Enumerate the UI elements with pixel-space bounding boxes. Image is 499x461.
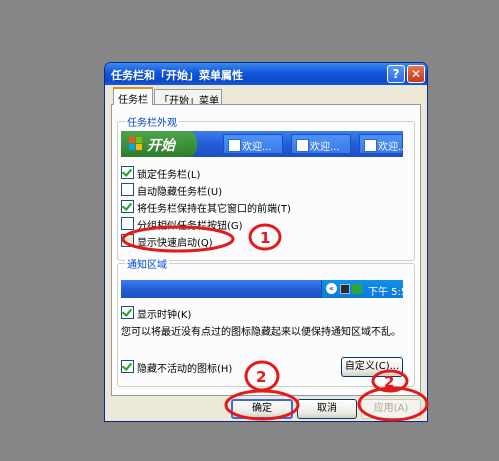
taskbar-button-preview: 欢迎... bbox=[359, 134, 408, 154]
network-icon bbox=[340, 284, 350, 294]
start-label: 开始 bbox=[147, 138, 175, 154]
window-icon bbox=[228, 139, 241, 152]
cancel-button[interactable]: 取消 bbox=[297, 399, 357, 419]
close-button[interactable]: ✕ bbox=[407, 65, 425, 83]
taskbar-button-preview: 欢迎... bbox=[291, 134, 351, 154]
checkbox[interactable] bbox=[121, 217, 134, 230]
chevron-left-icon: « bbox=[326, 283, 337, 294]
ok-button[interactable]: 确定 bbox=[231, 399, 293, 419]
taskbar-preview: 开始 欢迎... 欢迎... 欢迎... bbox=[121, 131, 408, 157]
apply-button[interactable]: 应用(A) bbox=[361, 399, 421, 419]
title-bar[interactable]: 任务栏和「开始」菜单属性 ? ✕ bbox=[105, 63, 427, 85]
window-title: 任务栏和「开始」菜单属性 bbox=[111, 69, 243, 82]
notification-tray-preview: « 下午 5:53 bbox=[121, 280, 414, 298]
tab-taskbar[interactable]: 任务栏 bbox=[113, 87, 153, 106]
checkbox[interactable] bbox=[121, 183, 134, 196]
close-icon: ✕ bbox=[410, 67, 422, 81]
notification-description: 您可以将最近没有点过的图标隐藏起来以便保持通知区域不乱。 bbox=[121, 327, 401, 338]
checkbox[interactable] bbox=[121, 166, 134, 179]
checkbox[interactable] bbox=[121, 234, 134, 247]
tray-area: « 下午 5:53 bbox=[321, 280, 414, 298]
properties-dialog: 任务栏和「开始」菜单属性 ? ✕ 任务栏 「开始」菜单 任务栏外观 开始 欢迎.… bbox=[104, 62, 428, 422]
windows-logo-icon bbox=[129, 137, 142, 150]
taskbar-button-preview: 欢迎... bbox=[223, 134, 283, 154]
start-button-preview: 开始 bbox=[121, 131, 197, 157]
help-icon: ? bbox=[392, 67, 400, 81]
checkbox[interactable] bbox=[121, 360, 134, 373]
checkbox[interactable] bbox=[121, 200, 134, 213]
help-button[interactable]: ? bbox=[387, 65, 405, 83]
taskbar-appearance-label: 任务栏外观 bbox=[125, 114, 179, 129]
window-icon bbox=[364, 139, 377, 152]
clock-preview: 下午 5:53 bbox=[368, 287, 414, 298]
customize-button[interactable]: 自定义(C)... bbox=[341, 357, 403, 377]
speaker-icon bbox=[352, 284, 362, 294]
tab-start-menu[interactable]: 「开始」菜单 bbox=[154, 89, 222, 107]
checkbox[interactable] bbox=[121, 306, 134, 319]
window-icon bbox=[296, 139, 309, 152]
notification-area-label: 通知区域 bbox=[125, 256, 169, 271]
